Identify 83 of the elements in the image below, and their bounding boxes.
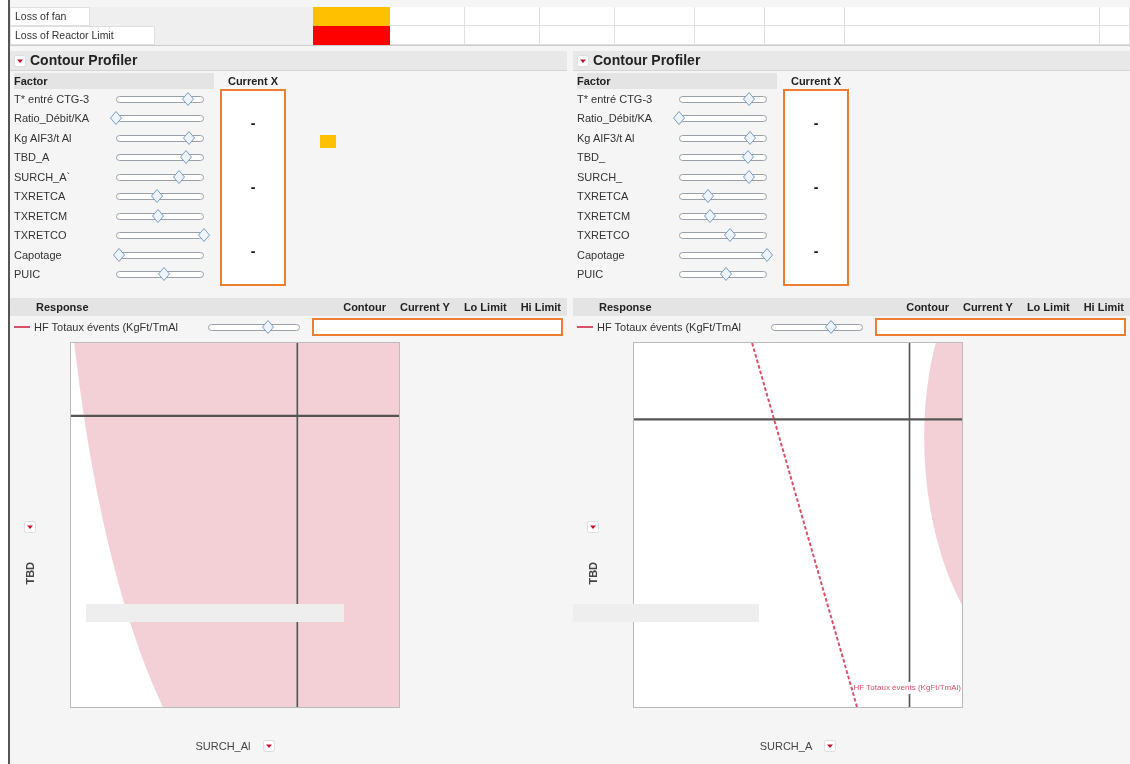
y-axis-label: TBD xyxy=(585,561,600,585)
current-x-value: - xyxy=(250,113,256,133)
factor-name: PUIC xyxy=(14,267,42,282)
slider-thumb[interactable] xyxy=(110,111,122,126)
slider-thumb[interactable] xyxy=(182,91,195,106)
slider-thumb[interactable] xyxy=(198,228,210,243)
factor-name: PUIC xyxy=(577,267,605,282)
current-x-value: - xyxy=(813,178,819,197)
slider-thumb[interactable] xyxy=(158,267,171,282)
column-header: Current Y xyxy=(399,299,450,315)
factor-name: TXRETCA xyxy=(14,189,67,204)
slider-thumb[interactable] xyxy=(173,169,186,184)
current-x-value: - xyxy=(813,242,819,262)
x-axis-label: SURCH_Al xyxy=(195,739,251,754)
column-header: Response xyxy=(35,299,90,315)
section-title[interactable]: Contour Profiler xyxy=(593,50,701,71)
factor-name: TXRETCM xyxy=(577,208,632,224)
factor-name: TXRETCM xyxy=(14,208,69,224)
slider-thumb[interactable] xyxy=(724,228,737,243)
response-value-field[interactable] xyxy=(875,318,1126,336)
response-line-icon xyxy=(14,326,30,328)
factor-name: SURCH_ xyxy=(577,169,624,185)
response-name: HF Totaux évents (KgFt/TmAl xyxy=(34,319,180,335)
factor-name: TXRETCO xyxy=(14,228,68,243)
table-cell: Loss of Reactor Limit xyxy=(10,26,155,45)
current-x-value: - xyxy=(813,113,819,133)
current-x-value: - xyxy=(250,242,256,262)
factor-name: TXRETCA xyxy=(577,189,630,204)
slider-thumb[interactable] xyxy=(703,208,716,223)
column-header: Factor xyxy=(577,74,611,89)
slider-thumb[interactable] xyxy=(673,111,685,126)
slider-thumb[interactable] xyxy=(183,130,196,145)
column-header: Current X xyxy=(789,74,843,89)
x-axis-label: SURCH_A xyxy=(759,739,813,754)
axis-dropdown-icon[interactable] xyxy=(24,520,36,533)
slider-thumb[interactable] xyxy=(261,320,274,334)
slider-thumb[interactable] xyxy=(180,150,193,165)
table-cell xyxy=(695,26,765,45)
factor-name: Ratio_Débit/KA xyxy=(14,111,91,126)
slider-thumb[interactable] xyxy=(744,130,757,145)
axis-dropdown-icon[interactable] xyxy=(262,740,275,753)
column-header: Current Y xyxy=(962,299,1013,315)
section-title[interactable]: Contour Profiler xyxy=(30,50,138,71)
factor-name: T* entré CTG-3 xyxy=(14,91,91,107)
factor-name: Capotage xyxy=(14,247,63,263)
current-x-value: - xyxy=(250,178,256,197)
factor-name: TBD_ xyxy=(577,150,607,165)
y-axis-label: TBD xyxy=(22,561,37,585)
table-cell xyxy=(1100,26,1130,45)
contour-label: HF Totaux évents (KgFt/TmAl) xyxy=(853,682,961,694)
slider-thumb[interactable] xyxy=(702,189,715,204)
column-header: Lo Limit xyxy=(463,299,507,315)
column-header: Contour xyxy=(343,299,386,315)
table-cell: Loss of fan xyxy=(10,7,90,26)
slider-thumb[interactable] xyxy=(743,169,756,184)
factor-name: TXRETCO xyxy=(577,228,631,243)
column-header: Response xyxy=(598,299,653,315)
factor-name: Kg AIF3/t Al xyxy=(577,130,636,146)
slider-thumb[interactable] xyxy=(761,247,773,262)
slider-thumb[interactable] xyxy=(824,320,837,334)
slider-thumb[interactable] xyxy=(741,150,754,165)
axis-dropdown-icon[interactable] xyxy=(824,740,837,753)
factor-name: SURCH_A` xyxy=(14,169,72,185)
column-header: Hi Limit xyxy=(520,299,561,315)
axis-dropdown-icon[interactable] xyxy=(587,520,599,533)
slider-thumb[interactable] xyxy=(151,189,164,204)
factor-name: Kg AIF3/t Al xyxy=(14,130,73,146)
response-name: HF Totaux évents (KgFt/TmAl xyxy=(597,319,743,335)
slider-thumb[interactable] xyxy=(112,247,125,262)
factor-name: TBD_A xyxy=(14,150,51,165)
slider-thumb[interactable] xyxy=(719,267,732,282)
column-header: Current X xyxy=(226,74,280,89)
factor-name: Ratio_Débit/KA xyxy=(577,111,654,126)
factor-name: T* entré CTG-3 xyxy=(577,91,654,107)
slider-thumb[interactable] xyxy=(152,208,165,223)
column-header: Factor xyxy=(14,74,48,89)
response-line-icon xyxy=(577,326,593,328)
factor-name: Capotage xyxy=(577,247,626,263)
column-header: Contour xyxy=(906,299,949,315)
column-header: Lo Limit xyxy=(1026,299,1070,315)
slider-thumb[interactable] xyxy=(743,91,756,106)
column-header: Hi Limit xyxy=(1083,299,1124,315)
response-value-field[interactable] xyxy=(312,318,563,336)
